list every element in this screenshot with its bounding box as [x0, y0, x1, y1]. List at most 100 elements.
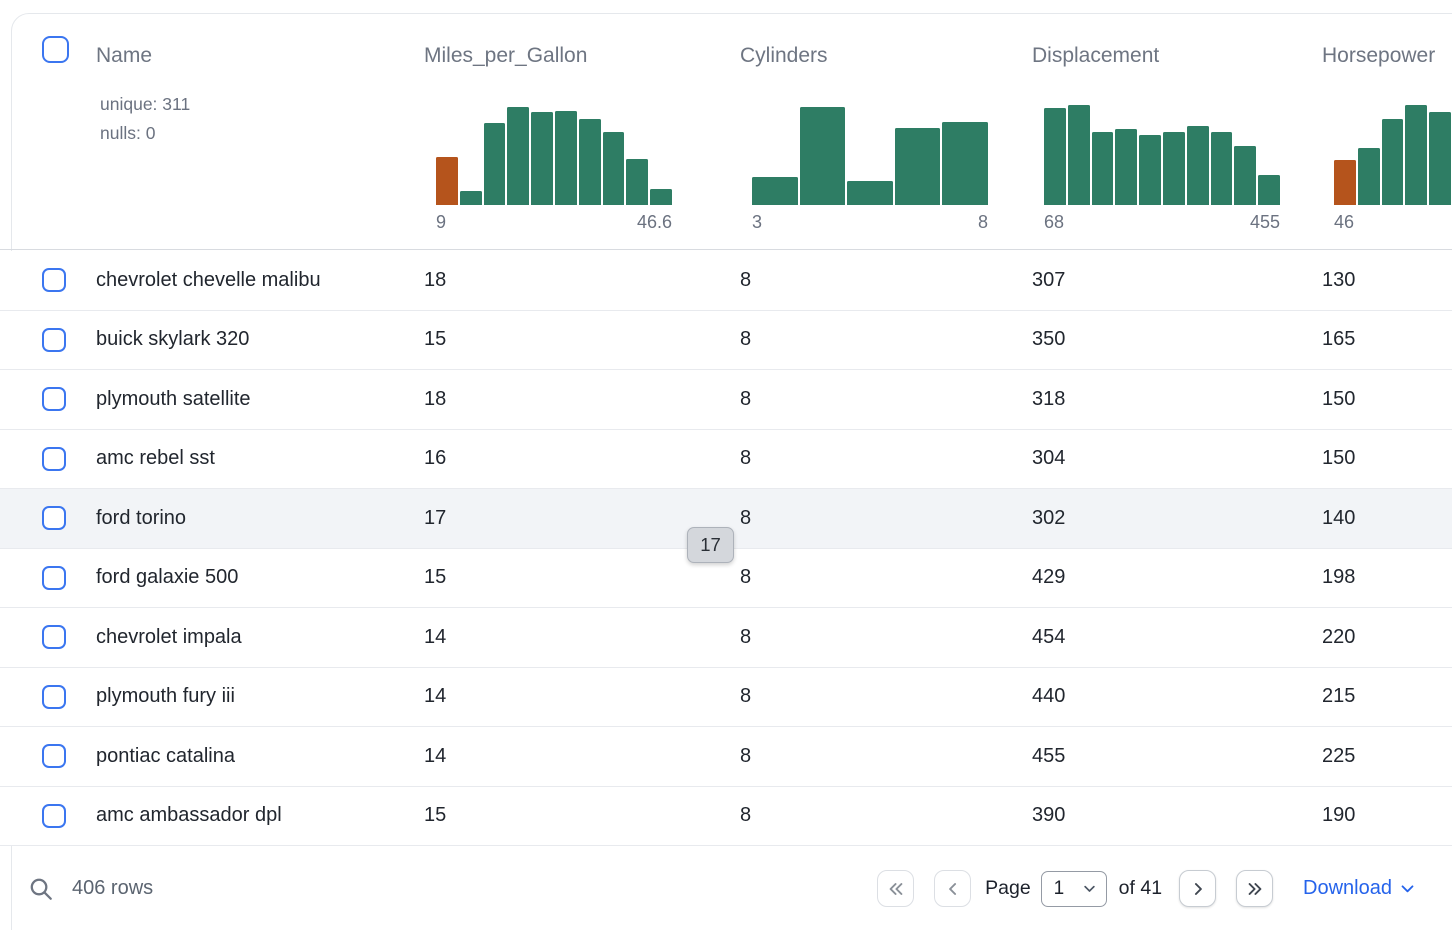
histogram-bar[interactable]	[1234, 146, 1256, 205]
histogram-bar[interactable]	[555, 111, 577, 205]
histogram-bar[interactable]	[1092, 132, 1114, 205]
chevron-right-icon	[1188, 879, 1208, 899]
histogram-bar[interactable]	[800, 107, 846, 205]
row-value-cell: 198	[1322, 566, 1452, 589]
row-name-cell: ford galaxie 500	[84, 566, 424, 589]
hist-min-label: 9	[436, 212, 446, 233]
row-checkbox[interactable]	[42, 625, 66, 649]
histogram-bar[interactable]	[436, 157, 458, 205]
row-value-cell: 8	[740, 388, 1032, 411]
table-row[interactable]: plymouth satellite188318150	[0, 370, 1452, 430]
histogram-bar[interactable]	[1187, 126, 1209, 205]
row-value-cell: 150	[1322, 388, 1452, 411]
column-title: Displacement	[1032, 44, 1322, 68]
column-header-displacement[interactable]: Displacement 68 455	[1032, 14, 1322, 249]
histogram-bar[interactable]	[1139, 135, 1161, 205]
row-value-cell: 215	[1322, 685, 1452, 708]
search-icon[interactable]	[28, 876, 54, 902]
column-header-name[interactable]: Name unique: 311 nulls: 0	[84, 14, 424, 249]
row-value-cell: 130	[1322, 269, 1452, 292]
row-checkbox[interactable]	[42, 506, 66, 530]
table-row[interactable]: pontiac catalina148455225	[0, 727, 1452, 787]
histogram-bar[interactable]	[847, 181, 893, 205]
histogram-range: 68 455	[1044, 212, 1280, 233]
last-page-button[interactable]	[1236, 870, 1273, 907]
histogram-bar[interactable]	[1405, 105, 1427, 205]
row-checkbox-cell	[0, 506, 84, 530]
row-checkbox[interactable]	[42, 744, 66, 768]
histogram-miles-per-gallon	[436, 105, 672, 205]
row-value-cell: 440	[1032, 685, 1322, 708]
histogram-bar[interactable]	[603, 132, 625, 205]
value-tooltip: 17	[687, 527, 734, 563]
histogram-bar[interactable]	[507, 107, 529, 205]
row-checkbox[interactable]	[42, 328, 66, 352]
row-checkbox[interactable]	[42, 268, 66, 292]
histogram-bar[interactable]	[650, 189, 672, 205]
histogram-bar[interactable]	[579, 119, 601, 205]
column-title: Cylinders	[740, 44, 1032, 68]
row-name-cell: plymouth satellite	[84, 388, 424, 411]
histogram-bar[interactable]	[484, 123, 506, 205]
histogram-bar[interactable]	[942, 122, 988, 205]
table-row[interactable]: chevrolet chevelle malibu188307130	[0, 251, 1452, 311]
table-header: Name unique: 311 nulls: 0 Miles_per_Gall…	[0, 14, 1452, 250]
table-row[interactable]: buick skylark 320158350165	[0, 311, 1452, 371]
histogram-bar[interactable]	[1068, 105, 1090, 205]
row-value-cell: 8	[740, 566, 1032, 589]
histogram-bar[interactable]	[626, 159, 648, 205]
histogram-cylinders	[752, 105, 988, 205]
double-chevron-left-icon	[886, 879, 906, 899]
row-checkbox[interactable]	[42, 685, 66, 709]
histogram-bar[interactable]	[1044, 108, 1066, 205]
table-row[interactable]: chevrolet impala148454220	[0, 608, 1452, 668]
histogram-bar[interactable]	[531, 112, 553, 205]
row-name-cell: ford torino	[84, 507, 424, 530]
hist-max-label: 455	[1250, 212, 1280, 233]
column-header-cylinders[interactable]: Cylinders 3 8	[740, 14, 1032, 249]
row-checkbox[interactable]	[42, 387, 66, 411]
row-checkbox-cell	[0, 387, 84, 411]
column-header-horsepower[interactable]: Horsepower 46	[1322, 14, 1452, 249]
histogram-bar[interactable]	[460, 191, 482, 205]
row-checkbox-cell	[0, 804, 84, 828]
histogram-bar[interactable]	[895, 128, 941, 205]
histogram-bar[interactable]	[752, 177, 798, 205]
row-value-cell: 8	[740, 804, 1032, 827]
row-checkbox[interactable]	[42, 447, 66, 471]
table-row[interactable]: amc rebel sst168304150	[0, 430, 1452, 490]
row-value-cell: 302	[1032, 507, 1322, 530]
chevron-down-icon	[1399, 880, 1416, 897]
histogram-bar[interactable]	[1163, 132, 1185, 205]
histogram-bar[interactable]	[1211, 132, 1233, 205]
column-header-miles-per-gallon[interactable]: Miles_per_Gallon 9 46.6	[424, 14, 740, 249]
histogram-bar[interactable]	[1115, 129, 1137, 205]
row-value-cell: 14	[424, 626, 740, 649]
next-page-button[interactable]	[1179, 870, 1216, 907]
table-row[interactable]: amc ambassador dpl158390190	[0, 787, 1452, 847]
row-checkbox[interactable]	[42, 566, 66, 590]
histogram-bar[interactable]	[1382, 119, 1404, 205]
histogram-bar[interactable]	[1429, 112, 1451, 205]
row-checkbox[interactable]	[42, 804, 66, 828]
first-page-button[interactable]	[877, 870, 914, 907]
histogram-bar[interactable]	[1334, 160, 1356, 205]
row-name-cell: amc ambassador dpl	[84, 804, 424, 827]
table-row[interactable]: plymouth fury iii148440215	[0, 668, 1452, 728]
row-value-cell: 429	[1032, 566, 1322, 589]
row-value-cell: 454	[1032, 626, 1322, 649]
row-value-cell: 225	[1322, 745, 1452, 768]
row-name-cell: pontiac catalina	[84, 745, 424, 768]
chevron-down-icon	[1082, 881, 1097, 896]
download-button[interactable]: Download	[1303, 877, 1416, 900]
hist-min-label: 46	[1334, 212, 1354, 233]
hist-min-label: 68	[1044, 212, 1064, 233]
row-value-cell: 350	[1032, 328, 1322, 351]
page-select[interactable]: 1	[1041, 871, 1107, 907]
histogram-bar[interactable]	[1258, 175, 1280, 205]
row-name-cell: amc rebel sst	[84, 447, 424, 470]
histogram-bar[interactable]	[1358, 148, 1380, 205]
meta-unique: unique: 311	[100, 90, 424, 119]
select-all-checkbox[interactable]	[42, 36, 69, 63]
prev-page-button[interactable]	[934, 870, 971, 907]
